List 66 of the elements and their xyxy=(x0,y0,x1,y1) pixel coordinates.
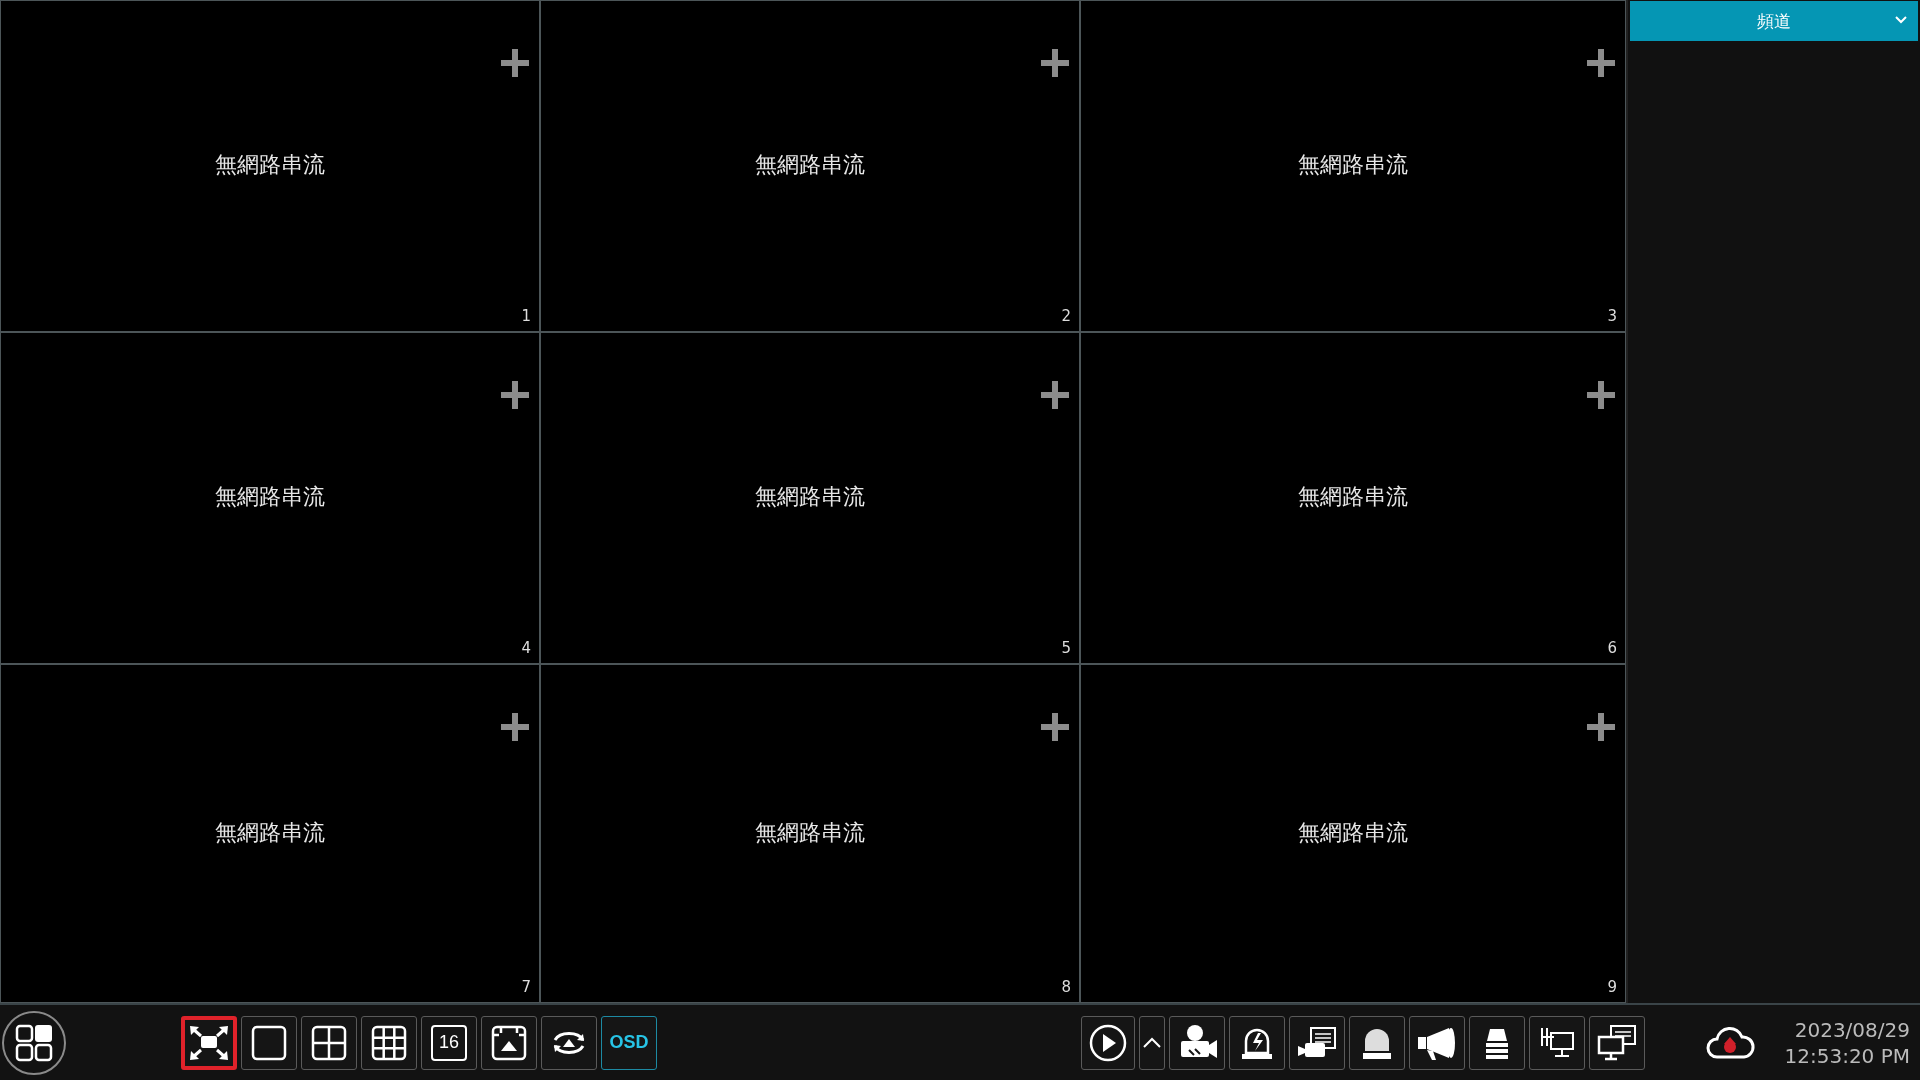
tool-button[interactable] xyxy=(1528,1015,1585,1070)
nine-view-icon xyxy=(370,1023,408,1062)
chevron-down-icon xyxy=(1894,15,1908,25)
tool-button[interactable] xyxy=(1080,1015,1135,1070)
add-icon[interactable] xyxy=(1041,713,1069,741)
no-stream-message: 無網路串流 xyxy=(1298,818,1408,847)
no-stream-message: 無網路串流 xyxy=(215,151,325,179)
video-tile[interactable]: 無網路串流 5 xyxy=(541,333,1079,663)
tool-button[interactable] xyxy=(1588,1015,1645,1070)
video-tile[interactable]: 無網路串流 4 xyxy=(1,333,539,663)
layout-button[interactable] xyxy=(541,1015,597,1070)
sixteen-view-icon: 16 xyxy=(431,1024,467,1061)
video-tile[interactable]: 無網路串流 3 xyxy=(1081,1,1625,331)
video-tile[interactable]: 無網路串流 2 xyxy=(541,1,1079,331)
layout-button[interactable]: 16 xyxy=(421,1015,477,1070)
panel-title: 頻道 xyxy=(1757,9,1791,33)
no-stream-message: 無網路串流 xyxy=(755,151,865,179)
no-stream-message: 無網路串流 xyxy=(215,483,325,511)
no-stream-message: 無網路串流 xyxy=(1298,483,1408,511)
layout-button[interactable] xyxy=(241,1015,297,1070)
expand-button[interactable] xyxy=(1138,1015,1165,1070)
layout-button[interactable] xyxy=(481,1015,537,1070)
tool-button[interactable] xyxy=(1408,1015,1465,1070)
custom-view-icon xyxy=(490,1023,528,1062)
tile-number: 1 xyxy=(521,307,531,325)
add-icon[interactable] xyxy=(1587,381,1615,409)
time-text: 12:53:20 PM xyxy=(1784,1042,1910,1069)
add-icon[interactable] xyxy=(1587,713,1615,741)
tile-number: 2 xyxy=(1061,307,1071,325)
add-icon[interactable] xyxy=(501,713,529,741)
add-icon[interactable] xyxy=(1587,49,1615,77)
video-tile[interactable]: 無網路串流 9 xyxy=(1081,665,1625,1002)
no-stream-message: 無網路串流 xyxy=(755,483,865,511)
tile-number: 3 xyxy=(1607,307,1617,325)
layout-button[interactable] xyxy=(361,1015,417,1070)
add-icon[interactable] xyxy=(1041,49,1069,77)
no-stream-message: 無網路串流 xyxy=(215,818,325,847)
add-icon[interactable] xyxy=(1041,381,1069,409)
osd-button[interactable]: OSD xyxy=(601,1015,657,1070)
video-tile[interactable]: 無網路串流 8 xyxy=(541,665,1079,1002)
tile-number: 8 xyxy=(1061,978,1071,996)
no-stream-message: 無網路串流 xyxy=(1298,151,1408,179)
tool-button[interactable] xyxy=(1468,1015,1525,1070)
video-tile[interactable]: 無網路串流 7 xyxy=(1,665,539,1002)
tile-number: 7 xyxy=(521,978,531,996)
tool-button[interactable] xyxy=(1288,1015,1345,1070)
tool-button[interactable] xyxy=(1228,1015,1285,1070)
tool-button[interactable] xyxy=(1168,1015,1225,1070)
play-icon xyxy=(1087,1022,1128,1063)
video-tile[interactable]: 無網路串流 6 xyxy=(1081,333,1625,663)
tile-number: 6 xyxy=(1607,639,1617,657)
layout-button[interactable] xyxy=(181,1015,237,1070)
tile-number: 5 xyxy=(1061,639,1071,657)
add-icon[interactable] xyxy=(501,49,529,77)
no-stream-message: 無網路串流 xyxy=(755,818,865,847)
date-text: 2023/08/29 xyxy=(1794,1016,1910,1043)
tile-number: 4 xyxy=(521,639,531,657)
layout-button[interactable] xyxy=(301,1015,357,1070)
single-view-icon xyxy=(250,1023,288,1062)
video-tile[interactable]: 無網路串流 1 xyxy=(1,1,539,331)
tile-number: 9 xyxy=(1607,978,1617,996)
tool-button[interactable] xyxy=(1348,1015,1405,1070)
add-icon[interactable] xyxy=(501,381,529,409)
grid-menu-icon xyxy=(15,1023,53,1062)
quad-view-icon xyxy=(310,1023,348,1062)
caret-up-icon xyxy=(1141,1036,1162,1049)
